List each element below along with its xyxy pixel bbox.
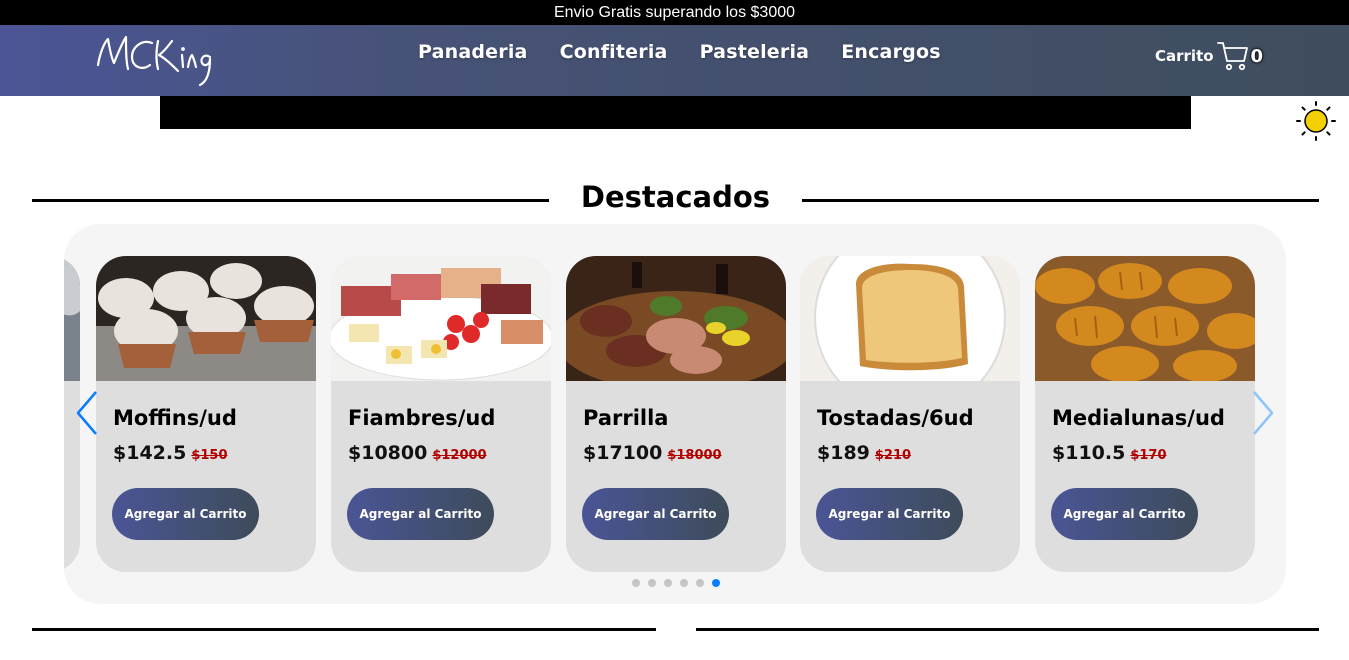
product-image (566, 256, 786, 381)
featured-carousel: Moffins/ud $142.5 $150 Agregar al Carrit… (64, 224, 1286, 604)
product-price: $110.5 $170 (1052, 442, 1167, 464)
add-to-cart-button[interactable]: Agregar al Carrito (816, 488, 963, 540)
product-card: Moffins/ud $142.5 $150 Agregar al Carrit… (96, 256, 316, 572)
add-to-cart-button[interactable]: Agregar al Carrito (1051, 488, 1198, 540)
cart-icon (1216, 42, 1248, 71)
cold-cuts-photo (331, 256, 551, 381)
site-header: Panaderia Confiteria Pasteleria Encargos… (0, 25, 1349, 96)
old-price: $12000 (432, 448, 487, 463)
nav-panaderia[interactable]: Panaderia (418, 41, 528, 63)
current-price: $17100 (583, 442, 663, 464)
pagination-dot[interactable] (696, 579, 704, 587)
pagination-dot[interactable] (648, 579, 656, 587)
product-card: Medialunas/ud $110.5 $170 Agregar al Car… (1035, 256, 1255, 572)
current-price: $110.5 (1052, 442, 1126, 464)
section-divider-right (802, 199, 1319, 202)
old-price: $170 (1130, 448, 1167, 463)
pagination-dot[interactable] (632, 579, 640, 587)
main-nav: Panaderia Confiteria Pasteleria Encargos (418, 41, 941, 63)
croissants-photo (1035, 256, 1255, 381)
current-price: $10800 (348, 442, 428, 464)
product-name: Moffins/ud (113, 406, 237, 430)
product-price: $142.5 $150 (113, 442, 228, 464)
cart-button[interactable]: Carrito 0 (1155, 39, 1263, 73)
pagination-dot[interactable] (680, 579, 688, 587)
sun-icon (1296, 101, 1336, 141)
chevron-right-icon (1253, 391, 1274, 435)
cart-label: Carrito (1155, 47, 1214, 65)
carousel-prev-button[interactable] (74, 390, 100, 436)
product-image (331, 256, 551, 381)
product-card: Parrilla $17100 $18000 Agregar al Carrit… (566, 256, 786, 572)
product-name: Parrilla (583, 406, 669, 430)
old-price: $210 (874, 448, 912, 463)
section-divider-left (32, 199, 549, 202)
product-price: $10800 $12000 (348, 442, 487, 464)
logo[interactable] (92, 29, 232, 93)
old-price: $150 (191, 448, 228, 463)
product-image (1035, 256, 1255, 381)
section-title: Destacados (580, 180, 771, 214)
cart-count: 0 (1250, 45, 1264, 67)
theme-toggle[interactable] (1295, 100, 1337, 142)
nav-encargos[interactable]: Encargos (841, 41, 941, 63)
product-card: Fiambres/ud $10800 $12000 Agregar al Car… (331, 256, 551, 572)
promo-text: Envio Gratis superando los $3000 (553, 4, 796, 21)
carousel-next-button[interactable] (1250, 390, 1276, 436)
old-price: $18000 (667, 448, 722, 463)
toast-photo (800, 256, 1020, 381)
product-image (64, 256, 80, 381)
add-to-cart-button[interactable]: Agregar al Carrito (347, 488, 494, 540)
product-photo (64, 256, 80, 381)
pagination-dot[interactable] (664, 579, 672, 587)
product-card: Tostadas/6ud $189 $210 Agregar al Carrit… (800, 256, 1020, 572)
muffins-photo (96, 256, 316, 381)
product-price: $17100 $18000 (583, 442, 722, 464)
chevron-left-icon (76, 391, 97, 435)
grill-platter-photo (566, 256, 786, 381)
nav-confiteria[interactable]: Confiteria (560, 41, 668, 63)
hero-banner (160, 96, 1191, 129)
product-name: Tostadas/6ud (817, 406, 974, 430)
product-name: Fiambres/ud (348, 406, 496, 430)
section-divider-right (696, 628, 1319, 631)
nav-pasteleria[interactable]: Pasteleria (700, 41, 810, 63)
logo-mark (96, 35, 212, 87)
add-to-cart-button[interactable]: Agregar al Carrito (112, 488, 259, 540)
current-price: $189 (817, 442, 870, 464)
section-divider-left (32, 628, 656, 631)
product-price: $189 $210 (817, 442, 911, 464)
product-name: Medialunas/ud (1052, 406, 1225, 430)
product-image (96, 256, 316, 381)
promo-bar: Envio Gratis superando los $3000 (0, 0, 1349, 25)
pagination-dot-active[interactable] (712, 579, 720, 587)
product-image (800, 256, 1020, 381)
carousel-pagination (632, 579, 720, 587)
add-to-cart-button[interactable]: Agregar al Carrito (582, 488, 729, 540)
current-price: $142.5 (113, 442, 187, 464)
